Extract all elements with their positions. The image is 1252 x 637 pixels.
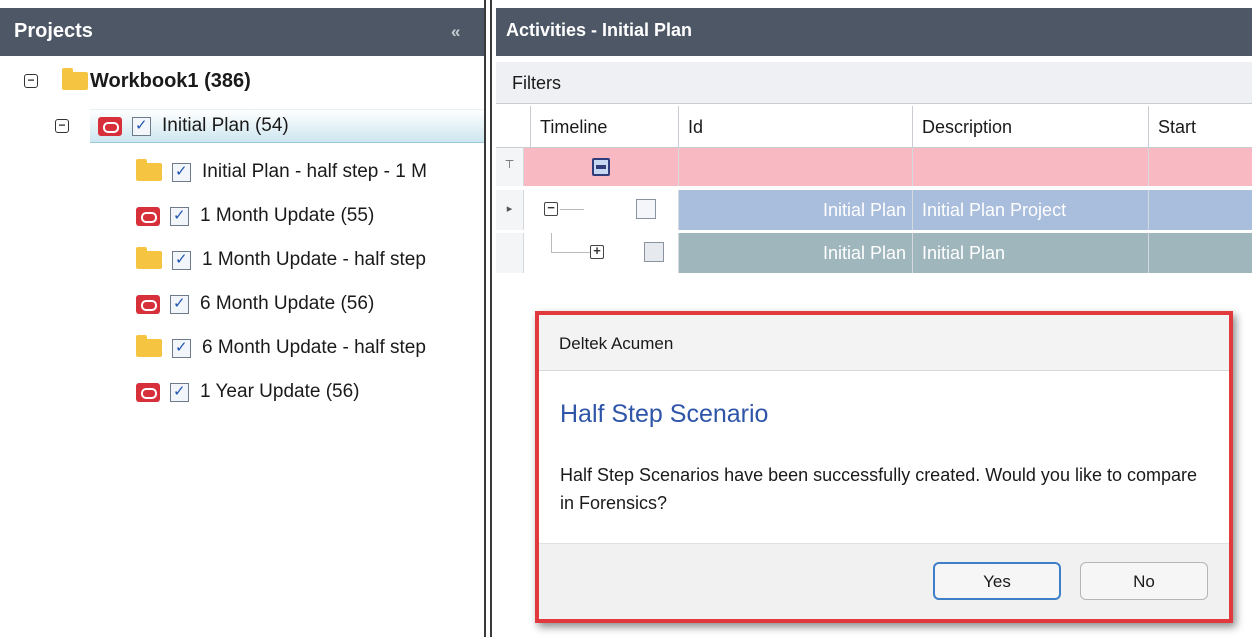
tree-item-label: 1 Year Update (56)	[200, 381, 360, 402]
tree-item-workbook[interactable]: − Workbook1 (386)	[16, 64, 456, 98]
tree-connector	[560, 209, 584, 210]
include-checkbox[interactable]	[170, 206, 189, 226]
project-icon	[136, 206, 160, 226]
tree-item-label: Initial Plan - half step - 1 M	[202, 161, 427, 182]
tree-item-label: 6 Month Update (56)	[200, 293, 375, 314]
project-icon	[136, 382, 160, 402]
dialog-footer: Yes No	[539, 543, 1229, 619]
filters-bar[interactable]: Filters	[496, 62, 1252, 104]
start-cell[interactable]	[1148, 233, 1252, 273]
tree-item-1-month-half-step[interactable]: 1 Month Update - half step	[136, 243, 484, 277]
collapse-panel-icon[interactable]: «	[451, 22, 461, 42]
tree-item-label: 1 Month Update (55)	[200, 205, 375, 226]
description-cell[interactable]: Initial Plan Project	[912, 190, 1148, 230]
folder-icon	[136, 159, 162, 181]
row-indicator-icon: ▸	[496, 190, 524, 230]
project-icon	[98, 116, 122, 136]
projects-panel-title: Projects	[14, 20, 93, 42]
expand-toggle-icon[interactable]: +	[590, 244, 604, 259]
filter-cell-id[interactable]	[678, 148, 912, 186]
timeline-cell[interactable]: −	[524, 190, 678, 230]
tree-item-half-step[interactable]: Initial Plan - half step - 1 M	[136, 155, 484, 189]
column-header-description[interactable]: Description	[912, 106, 1148, 148]
row-select-checkbox[interactable]	[636, 199, 656, 219]
filters-label: Filters	[512, 73, 561, 93]
column-header-timeline[interactable]: Timeline	[530, 106, 678, 148]
tree-item-6-month-half-step[interactable]: 6 Month Update - half step	[136, 331, 484, 365]
row-select-checkbox[interactable]	[644, 242, 664, 262]
tree-item-label: 6 Month Update - half step	[202, 337, 426, 358]
projects-panel: Projects « − Workbook1 (386) Initial Pla…	[0, 0, 484, 637]
table-row[interactable]: + Initial Plan Initial Plan	[496, 233, 1252, 273]
column-header-start[interactable]: Start	[1148, 106, 1252, 148]
half-step-dialog: Deltek Acumen Half Step Scenario Half St…	[535, 311, 1233, 623]
include-checkbox[interactable]	[132, 116, 151, 136]
activities-panel-header: Activities - Initial Plan	[496, 8, 1252, 56]
include-checkbox[interactable]	[172, 162, 191, 182]
projects-panel-header: Projects «	[0, 8, 484, 56]
dialog-window-title: Deltek Acumen	[559, 334, 674, 353]
tree-connector	[551, 252, 591, 253]
tree-item-label: Initial Plan (54)	[162, 115, 289, 136]
tree-item-6-month-update[interactable]: 6 Month Update (56)	[136, 287, 484, 321]
filter-row[interactable]: ⊤	[496, 148, 1252, 186]
dialog-message: Half Step Scenarios have been successful…	[560, 465, 1198, 513]
filter-cell-timeline[interactable]	[524, 148, 678, 186]
folder-icon	[136, 335, 162, 357]
collapse-toggle-icon[interactable]: −	[24, 74, 38, 88]
project-icon	[136, 294, 160, 314]
dialog-heading: Half Step Scenario	[560, 400, 769, 428]
folder-icon	[136, 247, 162, 269]
tree-item-label: Workbook1 (386)	[90, 69, 251, 92]
include-checkbox[interactable]	[172, 250, 191, 270]
table-row[interactable]: ▸ − Initial Plan Initial Plan Project	[496, 190, 1252, 230]
filter-row-indicator-icon: ⊤	[496, 148, 524, 186]
yes-button[interactable]: Yes	[933, 562, 1061, 600]
include-checkbox[interactable]	[172, 338, 191, 358]
filter-cell-start[interactable]	[1148, 148, 1252, 186]
timeline-cell[interactable]: +	[524, 233, 678, 273]
grid-header: Timeline Id Description Start	[496, 106, 1252, 148]
id-cell[interactable]: Initial Plan	[678, 190, 912, 230]
collapse-toggle-icon[interactable]: −	[55, 119, 69, 133]
tree-item-initial-plan[interactable]: Initial Plan (54)	[90, 109, 484, 143]
tree-item-1-year-update[interactable]: 1 Year Update (56)	[136, 375, 484, 409]
tree-connector	[551, 233, 552, 253]
column-header-id[interactable]: Id	[678, 106, 912, 148]
include-checkbox[interactable]	[170, 294, 189, 314]
row-indicator-icon	[496, 233, 524, 273]
start-cell[interactable]	[1148, 190, 1252, 230]
panel-splitter[interactable]	[484, 0, 492, 637]
include-checkbox[interactable]	[170, 382, 189, 402]
description-cell[interactable]: Initial Plan	[912, 233, 1148, 273]
id-cell[interactable]: Initial Plan	[678, 233, 912, 273]
tree-item-1-month-update[interactable]: 1 Month Update (55)	[136, 199, 484, 233]
tree-item-label: 1 Month Update - half step	[202, 249, 426, 270]
no-button[interactable]: No	[1080, 562, 1208, 600]
filter-cell-description[interactable]	[912, 148, 1148, 186]
collapse-toggle-icon[interactable]: −	[544, 201, 558, 216]
activities-panel-title: Activities - Initial Plan	[506, 20, 693, 40]
folder-icon	[62, 68, 88, 90]
dialog-titlebar[interactable]: Deltek Acumen	[539, 315, 1229, 371]
filter-toggle-icon[interactable]	[592, 158, 610, 176]
